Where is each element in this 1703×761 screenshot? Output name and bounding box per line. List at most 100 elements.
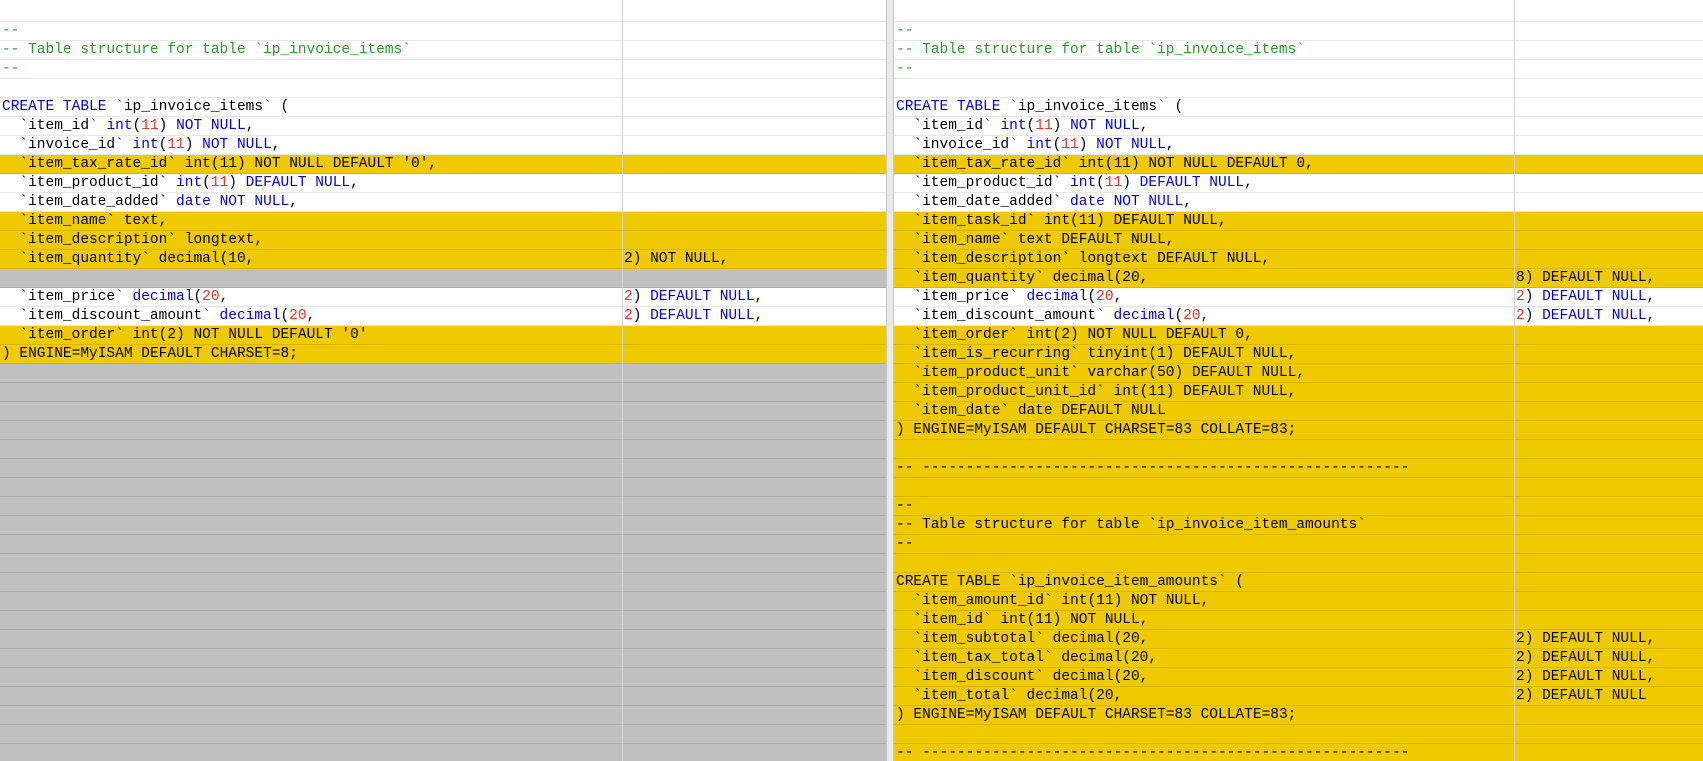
filler-line [0, 535, 886, 554]
right-diff-pane[interactable]: -- -- Table structure for table `ip_invoi… [894, 0, 1703, 761]
code-text: `item_date_added` date NOT NULL, [19, 194, 298, 210]
filler-line [0, 573, 886, 592]
code-text: `item_total` decimal(20, [913, 688, 1123, 704]
code-text-continuation: 2) DEFAULT NULL, [1516, 289, 1656, 305]
filler-line [0, 497, 886, 516]
code-text: `item_discount` decimal(20, [913, 669, 1149, 685]
code-line [0, 269, 886, 288]
pane-splitter[interactable] [886, 0, 894, 761]
code-text: `item_quantity` decimal(20, [913, 270, 1149, 286]
code-line: CREATE TABLE `ip_invoice_items` ( [894, 98, 1703, 117]
code-text-continuation: 8) DEFAULT NULL, [1516, 270, 1656, 286]
filler-line [0, 459, 886, 478]
code-text: -- [896, 498, 914, 514]
code-line: -- Table structure for table `ip_invoice… [894, 516, 1703, 535]
filler-line [0, 592, 886, 611]
filler-line [0, 687, 886, 706]
code-text: `item_date` date DEFAULT NULL [913, 403, 1166, 419]
code-line: `item_date` date DEFAULT NULL [894, 402, 1703, 421]
code-line: ) ENGINE=MyISAM DEFAULT CHARSET=83 COLLA… [894, 706, 1703, 725]
code-line [894, 440, 1703, 459]
filler-line [0, 516, 886, 535]
code-text: CREATE TABLE `ip_invoice_items` ( [896, 99, 1184, 115]
code-text: CREATE TABLE `ip_invoice_item_amounts` ( [896, 574, 1245, 590]
code-line: `item_amount_id` int(11) NOT NULL, [894, 592, 1703, 611]
code-text: `item_tax_rate_id` int(11) NOT NULL DEFA… [19, 156, 438, 172]
filler-line [0, 554, 886, 573]
code-line: `item_quantity` decimal(10, 2) NOT NULL, [0, 250, 886, 269]
code-line [894, 478, 1703, 497]
filler-line [0, 706, 886, 725]
column-divider [622, 0, 623, 761]
code-text-continuation: 2) NOT NULL, [624, 251, 729, 267]
code-line: `item_id` int(11) NOT NULL, [0, 117, 886, 136]
code-line: -- -------------------------------------… [894, 744, 1703, 761]
code-text: -- Table structure for table `ip_invoice… [2, 42, 411, 58]
code-line: `item_id` int(11) NOT NULL, [894, 611, 1703, 630]
code-text: `item_quantity` decimal(10, [19, 251, 255, 267]
code-text: `item_task_id` int(11) DEFAULT NULL, [913, 213, 1227, 229]
code-line: `item_price` decimal(20, 2) DEFAULT NULL, [894, 288, 1703, 307]
code-line: `item_description` longtext, [0, 231, 886, 250]
code-line: -- [0, 60, 886, 79]
code-text: `item_product_unit_id` int(11) DEFAULT N… [913, 384, 1297, 400]
code-line [894, 554, 1703, 573]
code-text: `item_discount_amount` decimal(20, [19, 308, 316, 324]
filler-line [0, 668, 886, 687]
filler-line [0, 440, 886, 459]
code-line: `item_total` decimal(20, 2) DEFAULT NULL [894, 687, 1703, 706]
right-code-lines: -- -- Table structure for table `ip_invoi… [894, 3, 1703, 761]
code-text: -- [2, 61, 20, 77]
code-line: -- [894, 60, 1703, 79]
code-line: -- Table structure for table `ip_invoice… [0, 41, 886, 60]
code-line [894, 79, 1703, 98]
code-text-continuation: 2) DEFAULT NULL, [1516, 308, 1656, 324]
code-text: -- [896, 61, 914, 77]
code-line: CREATE TABLE `ip_invoice_item_amounts` ( [894, 573, 1703, 592]
code-text: `invoice_id` int(11) NOT NULL, [19, 137, 281, 153]
code-text: -- -------------------------------------… [896, 745, 1410, 761]
code-line: `item_order` int(2) NOT NULL DEFAULT '0' [0, 326, 886, 345]
code-line: `item_order` int(2) NOT NULL DEFAULT 0, [894, 326, 1703, 345]
code-line [894, 3, 1703, 22]
code-line: `item_name` text, [0, 212, 886, 231]
code-text: ) ENGINE=MyISAM DEFAULT CHARSET=83 COLLA… [896, 707, 1297, 723]
code-text-continuation: 2) DEFAULT NULL [1516, 688, 1647, 704]
code-line [0, 79, 886, 98]
code-line: `item_id` int(11) NOT NULL, [894, 117, 1703, 136]
code-text: `item_product_id` int(11) DEFAULT NULL, [19, 175, 359, 191]
code-line: `item_date_added` date NOT NULL, [0, 193, 886, 212]
left-code-lines: -- -- Table structure for table `ip_invoi… [0, 3, 886, 761]
code-text: `item_description` longtext, [19, 232, 264, 248]
filler-line [0, 421, 886, 440]
code-line: `invoice_id` int(11) NOT NULL, [0, 136, 886, 155]
code-text: -- Table structure for table `ip_invoice… [896, 42, 1305, 58]
code-text-continuation: 2) DEFAULT NULL, [1516, 650, 1656, 666]
code-line: `item_tax_total` decimal(20, 2) DEFAULT N… [894, 649, 1703, 668]
filler-line [0, 649, 886, 668]
left-diff-pane[interactable]: -- -- Table structure for table `ip_invoi… [0, 0, 886, 761]
code-text: -- Table structure for table `ip_invoice… [896, 517, 1366, 533]
code-line: `item_product_id` int(11) DEFAULT NULL, [0, 174, 886, 193]
code-text-continuation: 2) DEFAULT NULL, [1516, 631, 1656, 647]
code-text: `item_date_added` date NOT NULL, [913, 194, 1192, 210]
code-text: CREATE TABLE `ip_invoice_items` ( [2, 99, 290, 115]
code-text: `item_tax_total` decimal(20, [913, 650, 1158, 666]
code-line: -- [894, 535, 1703, 554]
code-text-continuation: 2) DEFAULT NULL, [624, 289, 764, 305]
code-text: ) ENGINE=MyISAM DEFAULT CHARSET=83 COLLA… [896, 422, 1297, 438]
code-text: `item_price` decimal(20, [19, 289, 229, 305]
code-line: `item_date_added` date NOT NULL, [894, 193, 1703, 212]
filler-line [0, 478, 886, 497]
filler-line [0, 725, 886, 744]
filler-line [0, 611, 886, 630]
code-line [894, 725, 1703, 744]
code-text: `item_is_recurring` tinyint(1) DEFAULT N… [913, 346, 1297, 362]
code-line: `item_quantity` decimal(20, 8) DEFAULT NU… [894, 269, 1703, 288]
code-line: `invoice_id` int(11) NOT NULL, [894, 136, 1703, 155]
code-line: -- Table structure for table `ip_invoice… [894, 41, 1703, 60]
code-line [0, 3, 886, 22]
code-text: `item_name` text, [19, 213, 168, 229]
code-line: -- [894, 497, 1703, 516]
code-text: `item_tax_rate_id` int(11) NOT NULL DEFA… [913, 156, 1314, 172]
